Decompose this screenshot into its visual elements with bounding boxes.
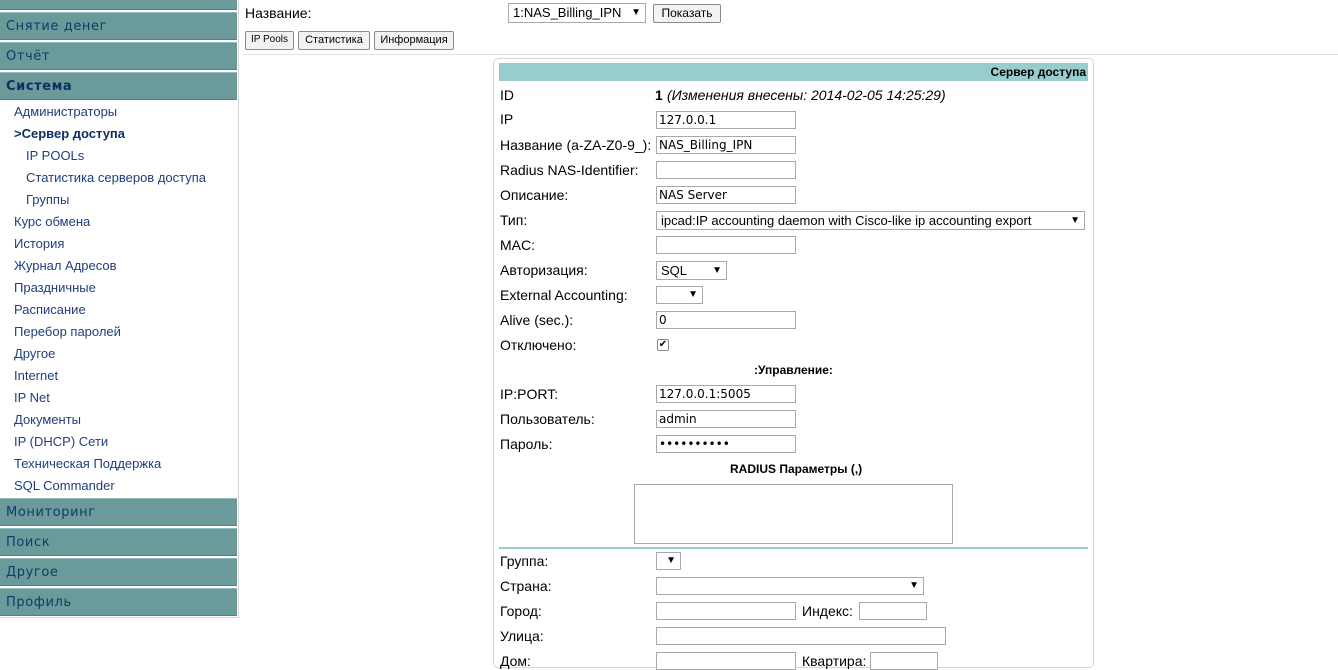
ip-label: IP — [500, 111, 514, 127]
chevron-down-icon: ▼ — [666, 555, 676, 566]
sidebar-item-exchange-rate[interactable]: Курс обмена — [14, 214, 90, 230]
sidebar-item-access-server-stats[interactable]: Статистика серверов доступа — [26, 170, 206, 186]
menu-withdraw[interactable]: Снятие денег — [0, 12, 237, 40]
password-label: Пароль: — [500, 436, 553, 452]
password-field[interactable]: •••••••••• — [656, 435, 796, 453]
radius-params-header: RADIUS Параметры (,) — [730, 462, 863, 476]
tab-statistics[interactable]: Статистика — [298, 31, 370, 50]
nas-select[interactable]: 1:NAS_Billing_IPN ▼ — [508, 3, 646, 23]
chevron-down-icon: ▼ — [1070, 215, 1080, 226]
id-change-note: (Изменения внесены: 2014-02-05 14:25:29) — [667, 87, 946, 103]
menu-system[interactable]: Система — [0, 72, 237, 100]
group-divider — [499, 547, 1088, 549]
mac-label: MAC: — [500, 237, 535, 253]
sidebar-item-ip-pools[interactable]: IP POOLs — [26, 148, 84, 164]
id-label: ID — [500, 87, 514, 103]
name-label: Название (a-ZA-Z0-9_): — [500, 137, 652, 153]
name-field[interactable]: NAS_Billing_IPN — [656, 136, 796, 154]
sidebar-item-holidays[interactable]: Праздничные — [14, 280, 96, 296]
sidebar-item-ip-net[interactable]: IP Net — [14, 390, 50, 406]
sidebar-item-other[interactable]: Другое — [14, 346, 55, 362]
alive-label: Alive (sec.): — [500, 312, 574, 328]
sidebar-item-address-log[interactable]: Журнал Адресов — [14, 258, 117, 274]
tab-information[interactable]: Информация — [374, 31, 454, 50]
chevron-down-icon: ▼ — [688, 289, 698, 300]
house-field[interactable] — [656, 652, 796, 670]
user-label: Пользователь: — [500, 411, 595, 427]
group-label: Группа: — [500, 553, 549, 569]
nas-name-label: Название: — [245, 5, 312, 21]
country-select[interactable]: ▼ — [656, 577, 924, 595]
mac-field[interactable] — [656, 236, 796, 254]
tab-ip-pools[interactable]: IP Pools — [245, 31, 294, 50]
ipport-label: IP:PORT: — [500, 386, 559, 402]
index-label: Индекс: — [802, 603, 853, 619]
sidebar-item-history[interactable]: История — [14, 236, 64, 252]
city-field[interactable] — [656, 602, 796, 620]
menu-monitoring[interactable]: Мониторинг — [0, 498, 237, 526]
sidebar-item-groups[interactable]: Группы — [26, 192, 69, 208]
house-label: Дом: — [500, 653, 531, 669]
chevron-down-icon: ▼ — [631, 7, 641, 18]
sidebar-item-access-server[interactable]: >Сервер доступа — [14, 126, 125, 142]
control-section-header: :Управление: — [754, 363, 833, 377]
type-select-value: ipcad:IP accounting daemon with Cisco-li… — [661, 213, 1032, 228]
description-field[interactable]: NAS Server — [656, 186, 796, 204]
alive-field[interactable]: 0 — [656, 311, 796, 329]
panel-title: Сервер доступа — [499, 63, 1088, 81]
check-icon: ✔ — [658, 339, 668, 350]
radius-params-textarea[interactable] — [634, 484, 953, 544]
index-field[interactable] — [859, 602, 927, 620]
sidebar-item-password-bruteforce[interactable]: Перебор паролей — [14, 324, 121, 340]
menu-profile[interactable]: Профиль — [0, 588, 237, 616]
disabled-checkbox[interactable]: ✔ — [657, 339, 669, 351]
sidebar-item-tech-support[interactable]: Техническая Поддержка — [14, 456, 161, 472]
menu-search[interactable]: Поиск — [0, 528, 237, 556]
authorization-select-value: SQL — [661, 263, 688, 278]
user-field[interactable]: admin — [656, 410, 796, 428]
sidebar-item-documents[interactable]: Документы — [14, 412, 81, 428]
header-divider — [243, 54, 1338, 55]
sidebar: Оплаты Снятие денег Отчёт Система Админи… — [0, 0, 239, 618]
external-accounting-select[interactable]: ▼ — [656, 286, 703, 304]
menu-report[interactable]: Отчёт — [0, 42, 237, 70]
apartment-field[interactable] — [870, 652, 938, 670]
authorization-label: Авторизация: — [500, 262, 588, 278]
street-field[interactable] — [656, 627, 946, 645]
street-label: Улица: — [500, 628, 544, 644]
type-label: Тип: — [500, 212, 528, 228]
menu-other[interactable]: Другое — [0, 558, 237, 586]
disabled-label: Отключено: — [500, 337, 577, 353]
chevron-down-icon: ▼ — [712, 265, 722, 276]
sidebar-item-administrators[interactable]: Администраторы — [14, 104, 117, 120]
sidebar-item-internet[interactable]: Internet — [14, 368, 58, 384]
show-button[interactable]: Показать — [653, 4, 721, 23]
city-label: Город: — [500, 603, 542, 619]
ipport-field[interactable]: 127.0.0.1:5005 — [656, 385, 796, 403]
sidebar-item-dhcp-networks[interactable]: IP (DHCP) Сети — [14, 434, 108, 450]
nas-select-value: 1:NAS_Billing_IPN — [513, 5, 622, 20]
radius-nas-label: Radius NAS-Identifier: — [500, 162, 639, 178]
chevron-down-icon: ▼ — [909, 580, 919, 591]
apartment-label: Квартира: — [802, 653, 867, 669]
radius-nas-field[interactable] — [656, 161, 796, 179]
group-select[interactable]: ▼ — [656, 552, 681, 570]
external-accounting-label: External Accounting: — [500, 287, 628, 303]
type-select[interactable]: ipcad:IP accounting daemon with Cisco-li… — [656, 211, 1085, 230]
authorization-select[interactable]: SQL ▼ — [656, 261, 727, 280]
id-value: 1 — [655, 87, 663, 103]
description-label: Описание: — [500, 187, 569, 203]
menu-payments[interactable]: Оплаты — [0, 0, 237, 10]
country-label: Страна: — [500, 578, 552, 594]
sidebar-item-sql-commander[interactable]: SQL Commander — [14, 478, 115, 494]
ip-field[interactable]: 127.0.0.1 — [656, 111, 796, 129]
sidebar-item-schedule[interactable]: Расписание — [14, 302, 86, 318]
